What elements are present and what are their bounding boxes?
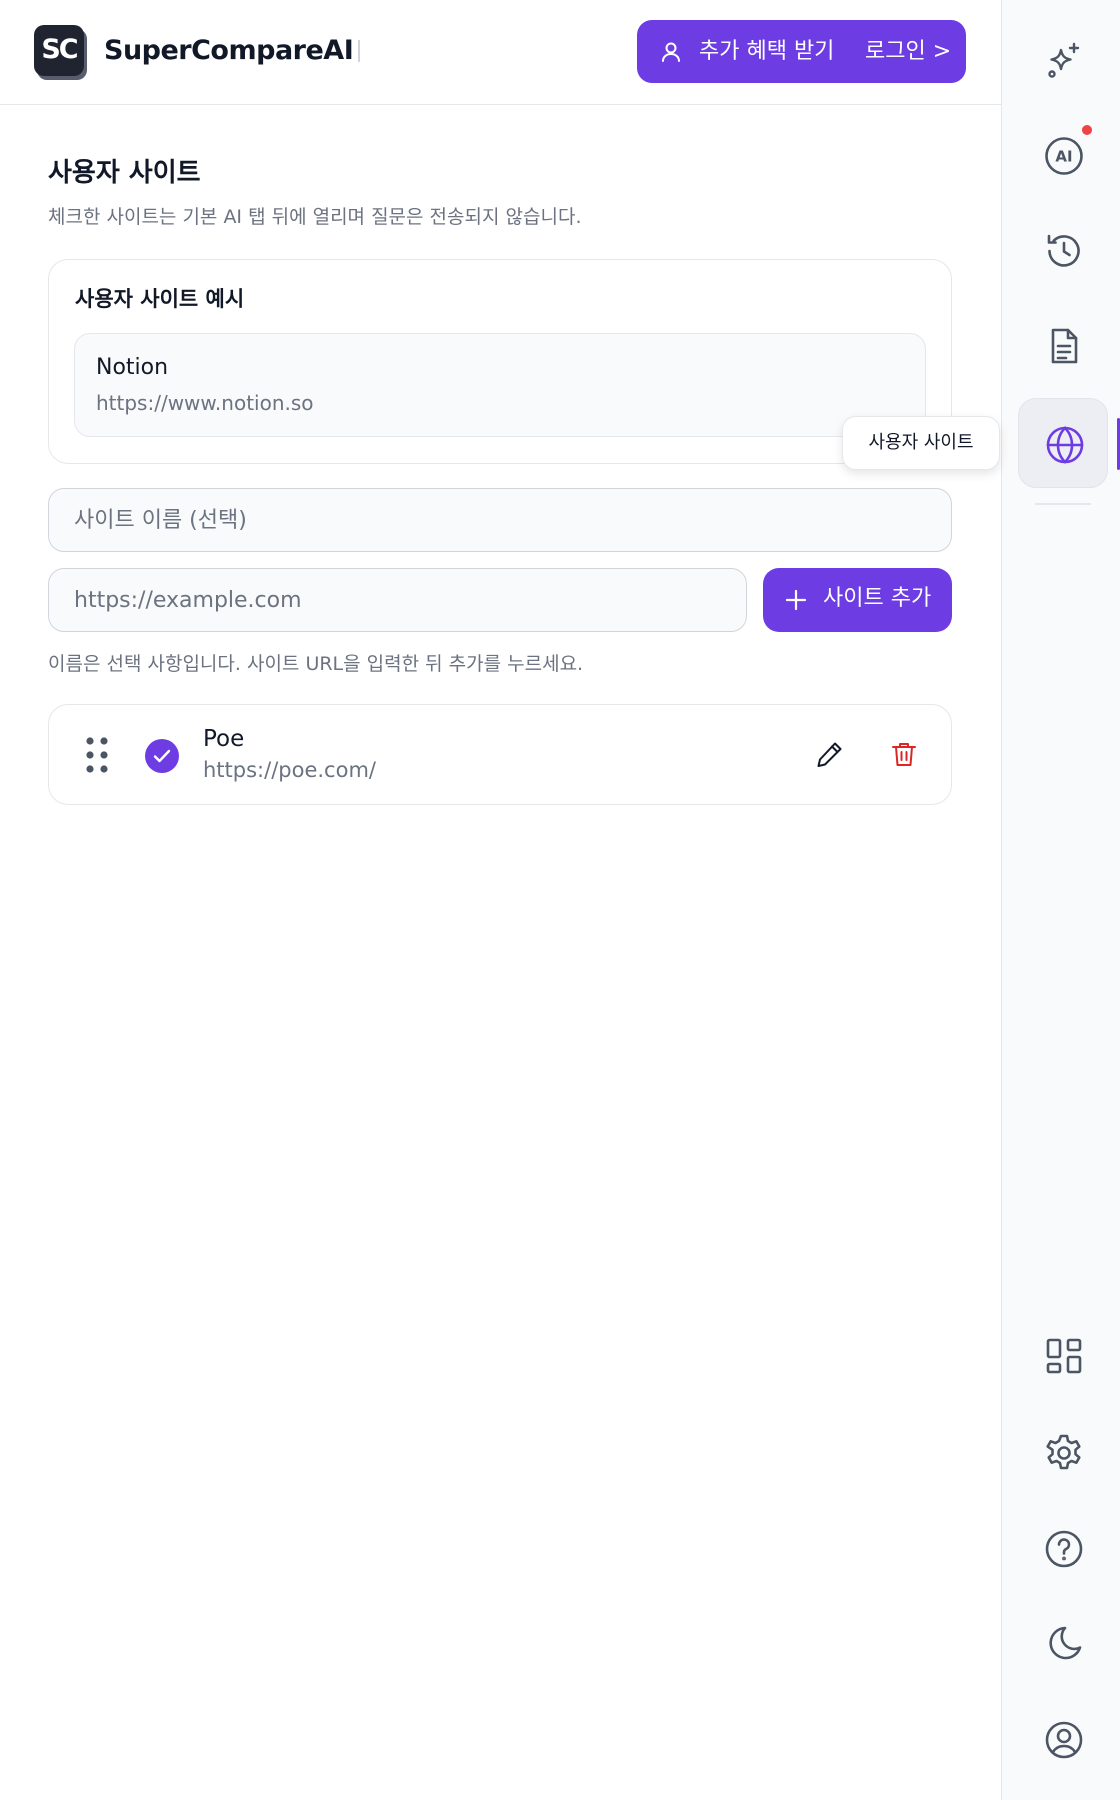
- rail-grid-button[interactable]: [1018, 1310, 1108, 1400]
- document-icon: [1051, 328, 1078, 364]
- brand-label: SuperCompareAI: [104, 35, 354, 66]
- custom-sites-tooltip: 사용자 사이트: [842, 416, 1000, 470]
- plus-icon: [785, 589, 807, 611]
- grid-icon: [1046, 1338, 1082, 1374]
- ai-icon: AI: [1045, 137, 1083, 175]
- rail-settings-button[interactable]: [1018, 1407, 1108, 1497]
- site-name-input[interactable]: [48, 488, 952, 552]
- login-label: 로그인 >: [865, 39, 952, 64]
- rail-sparkles-button[interactable]: [1018, 15, 1108, 105]
- moon-icon: [1049, 1626, 1082, 1660]
- globe-icon: [1046, 426, 1084, 464]
- site-list-item: Poe https://poe.com/: [48, 704, 952, 805]
- logo-text: SC: [41, 34, 78, 65]
- account-icon: [1045, 1721, 1083, 1759]
- add-site-button[interactable]: 사이트 추가: [763, 568, 952, 632]
- brand-name: SuperCompareAI: [104, 34, 361, 68]
- page-title: 사용자 사이트: [48, 158, 201, 188]
- help-icon: [1045, 1530, 1083, 1568]
- delete-trash-icon[interactable]: [889, 739, 919, 769]
- site-enabled-checkbox[interactable]: [145, 739, 179, 773]
- rail-account-button[interactable]: [1018, 1694, 1108, 1784]
- brand-divider: [358, 40, 361, 62]
- check-icon: [153, 749, 171, 763]
- rail-document-button[interactable]: [1018, 300, 1108, 390]
- example-card: 사용자 사이트 예시 Notion https://www.notion.so: [48, 259, 952, 464]
- form-hint: 이름은 선택 사항입니다. 사이트 URL을 입력한 뒤 추가를 누르세요.: [48, 653, 584, 675]
- gear-icon: [1046, 1434, 1081, 1470]
- rail-ai-button[interactable]: AI: [1018, 110, 1108, 200]
- example-title: 사용자 사이트 예시: [75, 287, 245, 311]
- site-url-input[interactable]: [48, 568, 747, 632]
- drag-handle-icon[interactable]: [85, 736, 109, 774]
- site-name: Poe: [203, 726, 245, 752]
- history-icon: [1047, 234, 1080, 267]
- ai-badge-text: AI: [1055, 148, 1072, 166]
- example-site-name: Notion: [96, 355, 169, 380]
- tooltip-text: 사용자 사이트: [868, 432, 974, 453]
- main-panel: SC SuperCompareAI 추가 혜택 받기 로그인 > 사용자 사이트…: [0, 0, 1001, 1800]
- sparkles-icon: [1048, 42, 1080, 78]
- page-description: 체크한 사이트는 기본 AI 탭 뒤에 열리며 질문은 전송되지 않습니다.: [48, 206, 582, 228]
- notification-dot: [1082, 125, 1092, 135]
- promo-label: 추가 혜택 받기: [699, 39, 835, 64]
- site-url: https://poe.com/: [203, 758, 376, 782]
- edit-pencil-icon[interactable]: [815, 739, 845, 769]
- add-site-label: 사이트 추가: [823, 586, 932, 611]
- rail-theme-button[interactable]: [1018, 1598, 1108, 1688]
- app-header: SC SuperCompareAI 추가 혜택 받기 로그인 >: [0, 0, 1001, 105]
- rail-divider: [1035, 503, 1091, 505]
- user-icon: [662, 42, 680, 62]
- rail-custom-sites-button[interactable]: [1018, 398, 1108, 488]
- example-site: Notion https://www.notion.so: [74, 333, 926, 437]
- app-logo: SC: [34, 25, 84, 76]
- example-site-url: https://www.notion.so: [96, 391, 314, 415]
- right-sidebar: AI: [1001, 0, 1120, 1800]
- rail-help-button[interactable]: [1018, 1503, 1108, 1593]
- rail-history-button[interactable]: [1018, 205, 1108, 295]
- extra-benefits-login-button[interactable]: 추가 혜택 받기 로그인 >: [637, 20, 966, 83]
